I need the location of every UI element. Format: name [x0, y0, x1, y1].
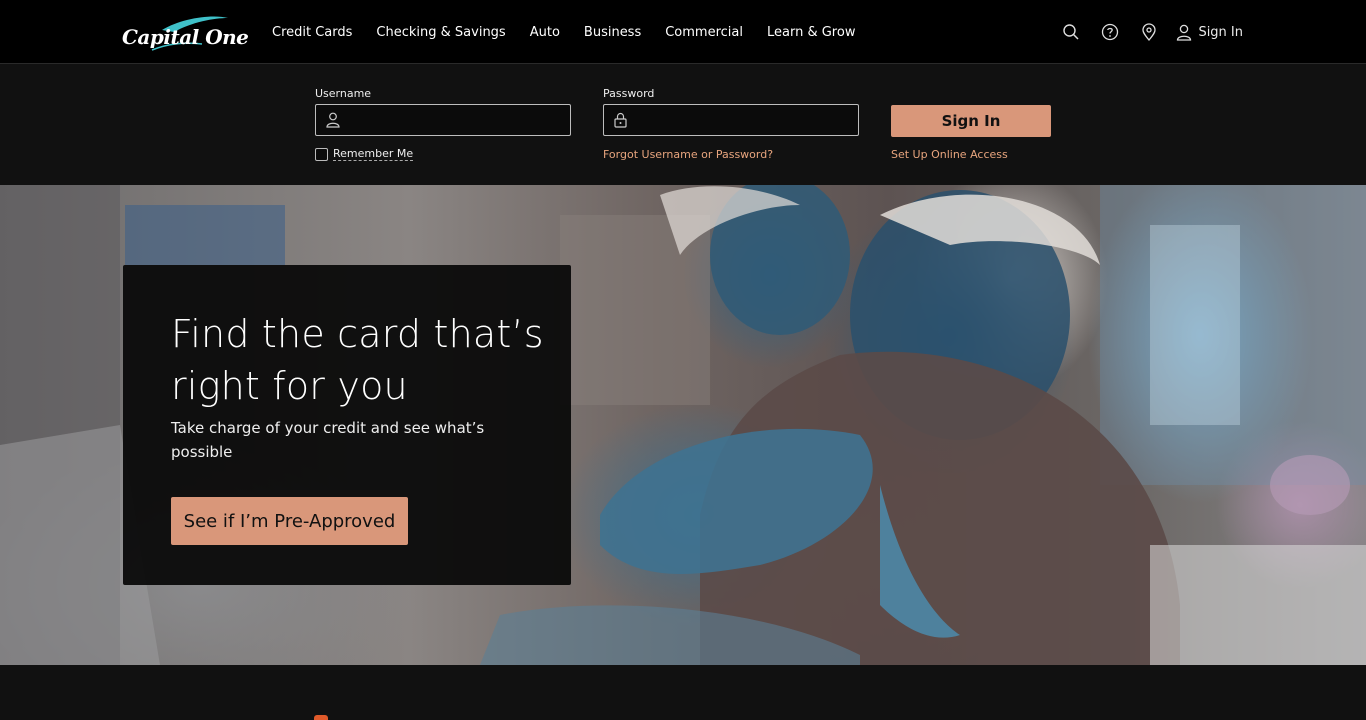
- remember-me-checkbox[interactable]: [315, 147, 328, 161]
- nav-sign-in-label: Sign In: [1198, 24, 1243, 40]
- hero-title: Find the card that’s right for you: [171, 312, 544, 408]
- remember-me-label[interactable]: Remember Me: [333, 147, 414, 161]
- next-section: [0, 665, 1366, 720]
- remember-me[interactable]: Remember Me: [315, 147, 414, 161]
- user-icon: [326, 112, 340, 132]
- primary-nav: Credit Cards Checking & Savings Auto Bus…: [272, 0, 879, 64]
- location-pin-icon[interactable]: [1139, 22, 1159, 42]
- forgot-credentials-link[interactable]: Forgot Username or Password?: [603, 148, 773, 161]
- nav-business[interactable]: Business: [584, 25, 641, 40]
- nav-credit-cards[interactable]: Credit Cards: [272, 25, 352, 40]
- search-icon[interactable]: [1061, 22, 1081, 42]
- utility-nav: Sign In: [1042, 0, 1243, 64]
- login-bar: Username Password Remember Me Forgot Use…: [0, 65, 1366, 185]
- nav-auto[interactable]: Auto: [530, 25, 560, 40]
- password-label: Password: [603, 87, 655, 100]
- username-label: Username: [315, 87, 372, 100]
- nav-checking-savings[interactable]: Checking & Savings: [376, 25, 505, 40]
- capital-one-logo[interactable]: Capital One: [122, 14, 249, 54]
- nav-sign-in-link[interactable]: Sign In: [1176, 24, 1243, 41]
- user-icon: [1177, 24, 1192, 41]
- top-navigation: Capital One Credit Cards Checking & Savi…: [0, 0, 1366, 64]
- setup-online-access-link[interactable]: Set Up Online Access: [891, 148, 1008, 161]
- username-input[interactable]: [350, 105, 560, 135]
- username-field-group: Username: [315, 87, 571, 136]
- logo-wordmark: Capital One: [122, 25, 249, 49]
- nav-commercial[interactable]: Commercial: [665, 25, 743, 40]
- lock-icon: [614, 112, 627, 132]
- hero-subtitle: Take charge of your credit and see what’…: [171, 419, 485, 461]
- help-icon[interactable]: [1100, 22, 1120, 42]
- section-accent-mark: [314, 715, 328, 720]
- sign-in-button[interactable]: Sign In: [891, 105, 1051, 137]
- hero-card: Find the card that’s right for you Take …: [123, 265, 571, 585]
- password-field-group: Password: [603, 87, 859, 136]
- username-box[interactable]: [315, 104, 571, 136]
- password-input[interactable]: [638, 105, 848, 135]
- pre-approved-button[interactable]: See if I’m Pre-Approved: [171, 497, 408, 545]
- nav-learn-grow[interactable]: Learn & Grow: [767, 25, 855, 40]
- password-box[interactable]: [603, 104, 859, 136]
- hero-banner: Find the card that’s right for you Take …: [0, 185, 1366, 665]
